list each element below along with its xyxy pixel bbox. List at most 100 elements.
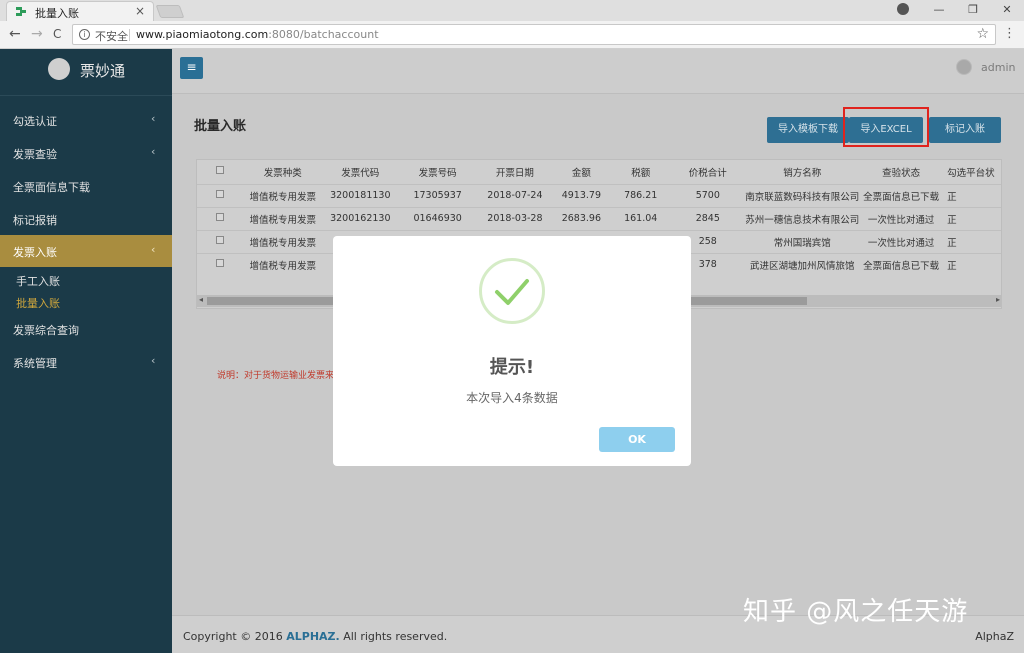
close-window-icon[interactable]: ✕ bbox=[990, 0, 1024, 21]
table-cell: 4913.79 bbox=[553, 183, 610, 207]
window-controls: — ❐ ✕ bbox=[922, 0, 1024, 21]
scroll-right-icon[interactable]: ▸ bbox=[996, 295, 1000, 304]
column-header[interactable]: 价税合计 bbox=[672, 160, 743, 184]
sidebar-subitem-batch-entry[interactable]: 批量入账 bbox=[16, 295, 60, 311]
column-header[interactable]: 发票代码 bbox=[322, 160, 400, 184]
success-check-icon bbox=[479, 258, 545, 324]
table-cell: 786.21 bbox=[609, 183, 673, 207]
column-header[interactable]: 发票号码 bbox=[399, 160, 476, 184]
sidebar-item-label: 勾选认证 bbox=[13, 115, 57, 128]
table-cell: 增值税专用发票 bbox=[243, 206, 322, 230]
table-cell: 全票面信息已下载 bbox=[861, 252, 942, 276]
row-checkbox[interactable] bbox=[216, 236, 225, 244]
copyright: Copyright © 2016 ALPHAZ. All rights rese… bbox=[183, 630, 447, 643]
column-header[interactable]: 查验状态 bbox=[861, 160, 941, 184]
sidebar-item-full-download[interactable]: 全票面信息下载 bbox=[0, 170, 172, 202]
table-cell: 增值税专用发票 bbox=[243, 183, 322, 207]
download-template-button[interactable]: 导入模板下载 bbox=[767, 117, 849, 143]
top-bar: ≡ admin bbox=[172, 49, 1024, 94]
copyright-prefix: Copyright © 2016 bbox=[183, 630, 287, 643]
column-header[interactable]: 开票日期 bbox=[476, 160, 553, 184]
brand-name: 票妙通 bbox=[80, 62, 126, 80]
sidebar-item-label: 系统管理 bbox=[13, 357, 57, 370]
footer-brand: AlphaZ bbox=[975, 630, 1014, 643]
page-title: 批量入账 bbox=[194, 119, 247, 134]
table-cell: 正 bbox=[941, 229, 1001, 253]
scroll-left-icon[interactable]: ◂ bbox=[199, 295, 203, 304]
column-header[interactable]: 发票种类 bbox=[244, 160, 322, 184]
chevron-left-icon: ‹ bbox=[151, 145, 156, 158]
bookmark-star-icon[interactable]: ☆ bbox=[976, 26, 989, 42]
url-field[interactable]: i 不安全 www.piaomiaotong.com:8080/batchacc… bbox=[72, 24, 996, 45]
row-checkbox[interactable] bbox=[216, 259, 225, 268]
username[interactable]: admin bbox=[981, 61, 1015, 74]
info-icon[interactable]: i bbox=[79, 29, 90, 40]
mark-entry-button[interactable]: 标记入账 bbox=[929, 117, 1001, 143]
brand-logo-icon bbox=[48, 58, 70, 80]
close-tab-icon[interactable]: × bbox=[135, 4, 145, 18]
table-cell: 增值税专用发票 bbox=[243, 229, 322, 253]
address-bar: ← → C i 不安全 www.piaomiaotong.com:8080/ba… bbox=[0, 21, 1024, 49]
column-header[interactable]: 销方名称 bbox=[743, 160, 861, 184]
back-arrow-icon[interactable]: ← bbox=[9, 26, 21, 42]
watermark: 知乎 @风之任天游 bbox=[743, 597, 969, 627]
tab-title: 批量入账 bbox=[35, 7, 79, 20]
restore-icon[interactable]: ❐ bbox=[956, 0, 990, 21]
chevron-left-icon: ‹ bbox=[151, 243, 156, 256]
sidebar-item-invoice-query[interactable]: 发票综合查询 bbox=[0, 313, 172, 345]
column-header[interactable]: 金额 bbox=[554, 160, 610, 184]
table-cell: 5700 bbox=[672, 183, 744, 207]
sidebar-item-invoice-entry[interactable]: 发票入账 ‹ bbox=[0, 235, 172, 267]
forward-arrow-icon[interactable]: → bbox=[31, 26, 43, 42]
table-cell: 3200181130 bbox=[321, 183, 400, 207]
column-header[interactable]: 税额 bbox=[609, 160, 672, 184]
chevron-left-icon: ‹ bbox=[151, 354, 156, 367]
table-cell: 正 bbox=[941, 183, 1001, 207]
column-header[interactable]: 勾选平台状 bbox=[941, 160, 1001, 184]
hamburger-icon: ≡ bbox=[186, 60, 197, 74]
sidebar-item-label: 发票综合查询 bbox=[13, 324, 79, 337]
table-cell: 161.04 bbox=[609, 206, 673, 230]
new-tab-button[interactable] bbox=[155, 5, 185, 18]
table-cell: 17305937 bbox=[399, 183, 477, 207]
table-cell: 正 bbox=[941, 252, 1001, 276]
reload-icon[interactable]: C bbox=[53, 27, 61, 41]
row-checkbox[interactable] bbox=[216, 213, 225, 221]
table-cell: 2018-03-28 bbox=[476, 206, 554, 230]
highlight-annotation bbox=[843, 107, 929, 147]
browser-tab-bar: 批量入账 × — ❐ ✕ bbox=[0, 0, 1024, 21]
sidebar-item-label: 全票面信息下载 bbox=[13, 181, 90, 194]
table-cell: 一次性比对通过 bbox=[861, 229, 942, 253]
url-host: www.piaomiaotong.com bbox=[136, 28, 269, 41]
table-cell: 一次性比对通过 bbox=[861, 206, 942, 230]
sidebar-item-check-certify[interactable]: 勾选认证 ‹ bbox=[0, 104, 172, 136]
browser-menu-icon[interactable]: ⋮ bbox=[1003, 26, 1016, 41]
table-row[interactable]: 增值税专用发票 3200162130 01646930 2018-03-28 2… bbox=[197, 206, 1001, 230]
select-all-checkbox[interactable] bbox=[216, 166, 225, 175]
table-cell: 2845 bbox=[672, 206, 744, 230]
sidebar-item-label: 发票入账 bbox=[13, 246, 57, 259]
sidebar-item-label: 标记报销 bbox=[13, 214, 57, 227]
sidebar-item-system-admin[interactable]: 系统管理 ‹ bbox=[0, 346, 172, 378]
ok-button[interactable]: OK bbox=[599, 427, 675, 452]
table-cell: 全票面信息已下载 bbox=[861, 183, 942, 207]
sidebar-item-invoice-verify[interactable]: 发票查验 ‹ bbox=[0, 137, 172, 169]
browser-tab[interactable]: 批量入账 × bbox=[6, 1, 154, 21]
table-cell: 2018-07-24 bbox=[476, 183, 554, 207]
instruction-note: 说明：对于货物运输业发票来 bbox=[217, 371, 335, 381]
url-path: :8080/batchaccount bbox=[268, 28, 379, 41]
copyright-brand: ALPHAZ. bbox=[286, 630, 340, 643]
sidebar-item-mark-reimburse[interactable]: 标记报销 bbox=[0, 203, 172, 235]
table-row[interactable]: 增值税专用发票 3200181130 17305937 2018-07-24 4… bbox=[197, 183, 1001, 207]
row-checkbox[interactable] bbox=[216, 190, 225, 198]
table-cell: 南京联蓝数码科技有限公司 bbox=[743, 183, 862, 207]
sidebar-subitem-manual-entry[interactable]: 手工入账 bbox=[16, 273, 60, 289]
profile-icon[interactable] bbox=[897, 3, 909, 15]
success-dialog: 提示! 本次导入4条数据 OK bbox=[333, 236, 691, 466]
avatar[interactable] bbox=[956, 59, 972, 75]
chevron-left-icon: ‹ bbox=[151, 112, 156, 125]
menu-toggle-button[interactable]: ≡ bbox=[180, 57, 203, 79]
omnibox-separator bbox=[129, 29, 130, 41]
table-header-row: 发票种类 发票代码 发票号码 开票日期 金额 税额 价税合计 销方名称 查验状态… bbox=[197, 160, 1001, 184]
minimize-icon[interactable]: — bbox=[922, 0, 956, 21]
